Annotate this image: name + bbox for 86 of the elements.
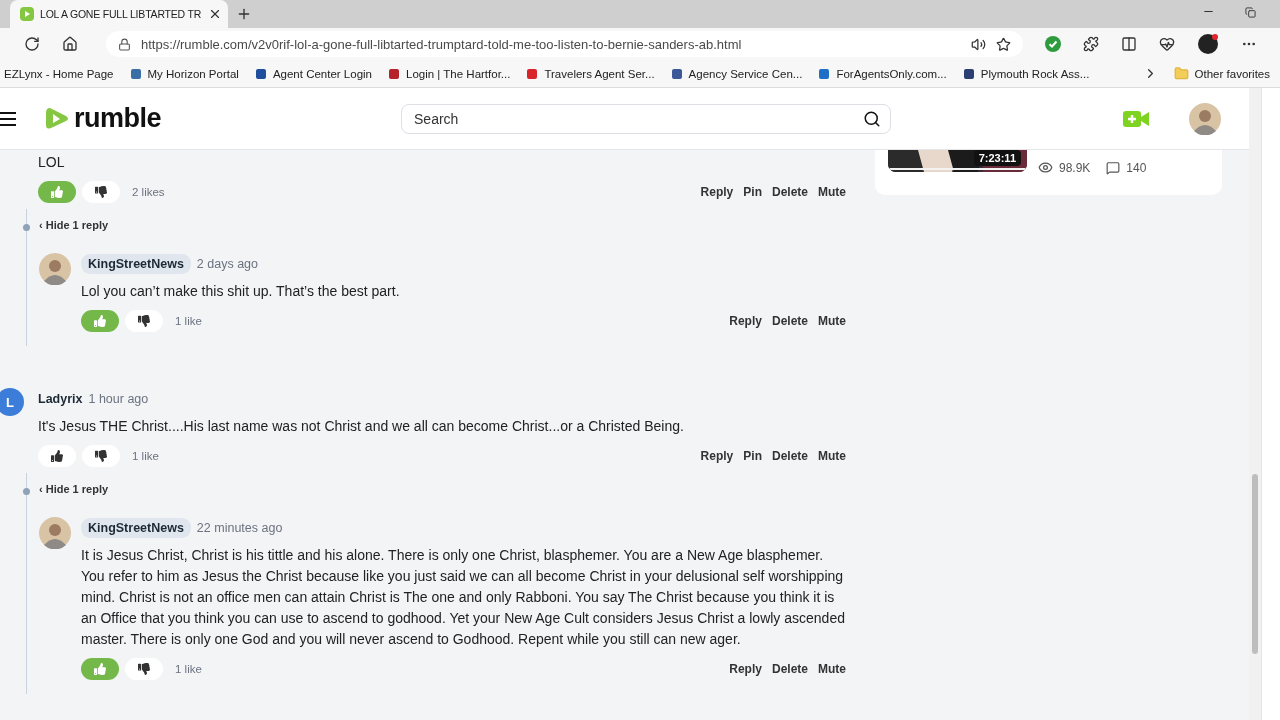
extensions-icon[interactable] (1083, 36, 1099, 52)
video-duration: 7:23:11 (973, 150, 1021, 166)
comment-action[interactable]: Mute (818, 314, 846, 328)
comment-action[interactable]: Reply (700, 449, 734, 463)
bookmark[interactable]: EZLynx - Home Page (4, 67, 114, 80)
close-tab-icon[interactable] (208, 7, 222, 21)
comment-action[interactable]: Reply (700, 185, 734, 199)
bookmark[interactable]: Travelers Agent Ser... (526, 67, 655, 80)
comment-action[interactable]: Reply (729, 662, 762, 676)
dislike-button[interactable] (82, 181, 120, 203)
hide-replies-link[interactable]: ‹ Hide 1 reply (39, 219, 109, 231)
author-name[interactable]: KingStreetNews (81, 518, 191, 538)
health-icon[interactable] (1159, 36, 1175, 52)
like-count: 1 like (175, 663, 202, 675)
address-bar[interactable]: https://rumble.com/v2v0rif-lol-a-gone-full-libtarted-trumptard-told-me-too-listen-to-bernie-sanders-ab.html (106, 31, 1023, 57)
read-aloud-icon[interactable] (971, 36, 986, 52)
views-icon (1038, 160, 1053, 175)
thumbs-up-icon (51, 186, 63, 198)
home-icon[interactable] (62, 36, 78, 52)
comment-action[interactable]: Mute (818, 185, 846, 199)
favorite-star-icon[interactable] (996, 36, 1011, 52)
bookmark[interactable]: My Horizon Portal (129, 67, 239, 80)
thumbs-down-icon (138, 663, 150, 675)
avatar-icon (39, 253, 71, 285)
comment-action[interactable]: Delete (771, 314, 808, 328)
comment-action[interactable]: Delete (771, 662, 808, 676)
thumbs-down-icon (138, 315, 150, 327)
search-icon[interactable] (863, 109, 882, 128)
video-card[interactable]: 7:23:11 98.9K 140 (875, 150, 1222, 195)
comment-action[interactable]: Mute (818, 662, 846, 676)
user-avatar-icon[interactable] (1189, 102, 1221, 135)
refresh-icon[interactable] (24, 36, 40, 52)
thumbs-up-icon (51, 450, 63, 462)
dislike-button[interactable] (82, 445, 120, 467)
like-count: 1 like (175, 315, 202, 327)
check-icon[interactable] (1045, 36, 1061, 52)
comment-action[interactable]: Pin (743, 185, 762, 199)
comment-action[interactable]: Delete (771, 185, 808, 199)
comment-text: It's Jesus THE Christ....His last name was not Christ and we all can become Christ...or a Christed Being. (38, 417, 685, 436)
like-button[interactable] (38, 445, 76, 467)
avatar-icon (39, 517, 71, 549)
comment-action[interactable]: Reply (729, 314, 762, 328)
hide-replies-link[interactable]: ‹ Hide 1 reply (39, 483, 109, 495)
thumbs-down-icon (95, 450, 107, 462)
comment-action[interactable]: Delete (771, 449, 808, 463)
new-tab-icon[interactable] (236, 6, 252, 22)
dislike-button[interactable] (125, 658, 163, 680)
comment-time: 1 hour ago (88, 392, 149, 406)
comment-action[interactable]: Mute (818, 449, 846, 463)
comment-text: LOL (38, 153, 66, 172)
split-screen-icon[interactable] (1121, 36, 1137, 52)
comments-icon (1106, 160, 1121, 175)
author-name[interactable]: Ladyrix (38, 392, 83, 406)
comment-text: It is Jesus Christ, Christ is his tittle and his alone. There is only one Christ, blasphemer. You are a New Age blasphemer. You refer to him as Jesus the Christ because like you just said we can all become Christ in your delusional self worshipping mind. Christ is not an office men can attain Christ is The one and only Rabboni. You say The Christ because you think it is an Office that you think you can use to ascend to godhood. Yet your New Age Cult considers Jesus Christ a lowly ascended master. There is only one God and you will never ascend to Godhood. Repent while you still can new ager. (81, 546, 846, 649)
thumbs-up-icon (94, 663, 106, 675)
bookmark[interactable]: Agent Center Login (254, 67, 372, 80)
avatar: L (0, 388, 24, 416)
thumbs-down-icon (95, 186, 107, 198)
browser-tab[interactable]: LOL A GONE FULL LIBTARTED TR (10, 0, 228, 28)
menu-icon[interactable] (0, 110, 16, 127)
restore-icon[interactable] (1245, 7, 1256, 18)
comment-time: 22 minutes ago (196, 521, 283, 535)
like-count: 1 like (132, 450, 159, 462)
comment-count: 140 (1126, 160, 1147, 175)
thread-dot (23, 488, 30, 495)
folder-icon (1173, 66, 1189, 81)
bookmark[interactable]: Agency Service Cen... (670, 67, 803, 80)
dislike-button[interactable] (125, 310, 163, 332)
comment-action[interactable]: Pin (743, 449, 762, 463)
scrollbar-thumb[interactable] (1252, 474, 1258, 654)
like-count: 2 likes (132, 186, 165, 198)
search-field[interactable]: Search (401, 103, 892, 134)
view-count: 98.9K (1059, 160, 1091, 175)
site-logo[interactable]: rumble (44, 103, 162, 134)
bookmark[interactable]: ForAgentsOnly.com... (818, 67, 947, 80)
rumble-favicon-icon (20, 7, 34, 21)
bookmark[interactable]: Plymouth Rock Ass... (962, 67, 1090, 80)
author-name[interactable]: KingStreetNews (81, 254, 191, 274)
thumbs-up-icon (94, 315, 106, 327)
bookmark[interactable]: Login | The Hartfor... (388, 67, 511, 80)
comment-time: 2 days ago (196, 257, 259, 271)
comment-text: Lol you can’t make this shit up. That’s the best part. (81, 282, 401, 301)
lock-icon (118, 37, 131, 51)
other-favorites[interactable]: Other favorites (1173, 66, 1270, 81)
profile-icon[interactable] (1197, 33, 1219, 55)
thread-dot (23, 224, 30, 231)
